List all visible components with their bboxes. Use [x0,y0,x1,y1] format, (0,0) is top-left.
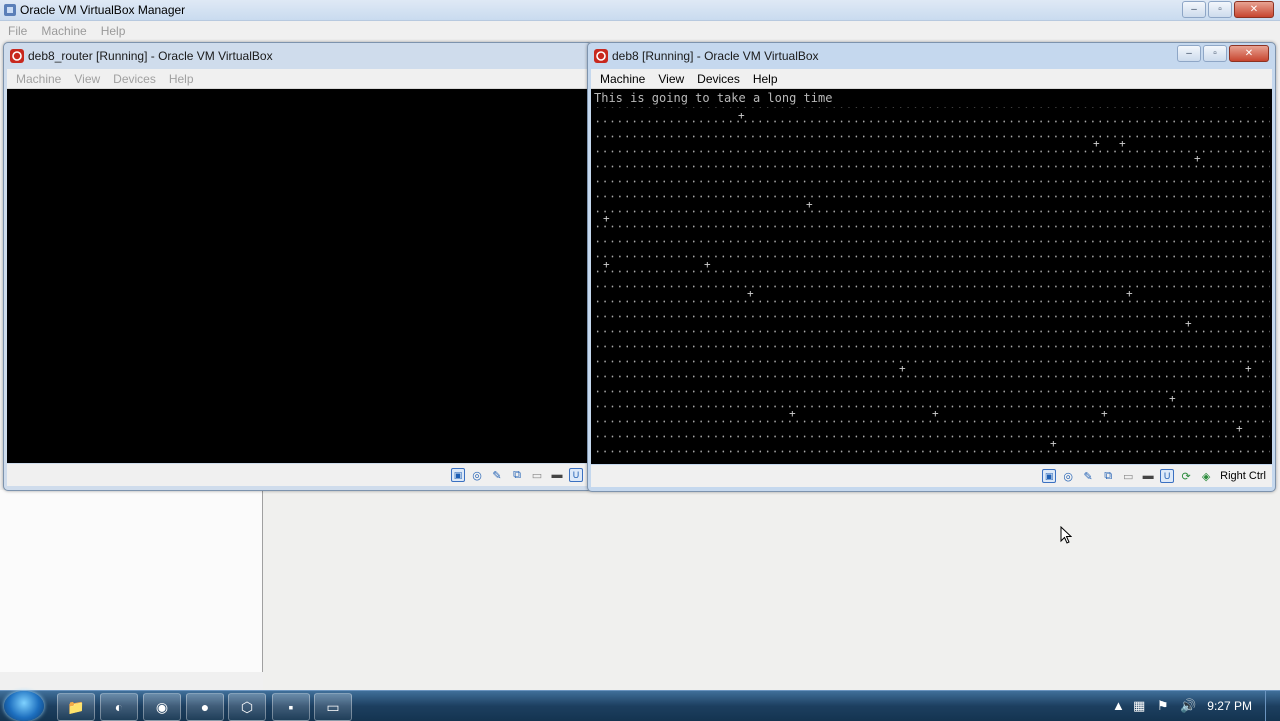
vm-window-icon [594,49,608,63]
maximize-button[interactable]: ▫ [1208,1,1232,18]
progress-mark: + [704,258,711,271]
router-menu-devices[interactable]: Devices [113,72,156,86]
close-button[interactable]: ✕ [1234,1,1274,18]
router-titlebar[interactable]: deb8_router [Running] - Oracle VM Virtua… [8,45,588,67]
details-panel [263,490,1280,690]
deb8-statusbar: ▣ ◎ ✎ ⧉ ▭ ▬ U ⟳ ◈ Right Ctrl [591,465,1272,487]
deb8-vm-screen[interactable]: This is going to take a long time + + + … [591,89,1272,464]
deb8-menu-help[interactable]: Help [753,72,778,86]
deb8-vm-window: deb8 [Running] - Oracle VM VirtualBox – … [587,42,1276,492]
progress-mark: + [1185,317,1192,330]
video-capture-icon[interactable]: U [1160,469,1175,483]
progress-mark: + [1236,422,1243,435]
show-hidden-icons-icon[interactable]: ▲ [1112,698,1125,713]
display-icon[interactable]: ▬ [549,467,565,483]
manager-menubar: File Machine Help [0,21,1280,39]
explorer-icon[interactable]: 📁 [57,693,95,721]
deb8-menu-devices[interactable]: Devices [697,72,740,86]
manager-titlebar: Oracle VM VirtualBox Manager – ▫ ✕ [0,0,1280,21]
terminal-text: This is going to take a long time [594,91,833,105]
save-icon[interactable]: ▪ [272,693,310,721]
hdd-icon[interactable]: ▣ [1042,469,1057,483]
deb8-menubar: Machine View Devices Help [591,69,1272,89]
manager-window-controls: – ▫ ✕ [1182,1,1274,18]
router-statusbar: ▣ ◎ ✎ ⧉ ▭ ▬ U [7,464,589,486]
minimize-button[interactable]: – [1177,45,1201,62]
progress-mark: + [789,407,796,420]
router-vm-screen[interactable] [7,89,589,463]
flag-icon[interactable]: ⚑ [1157,698,1169,714]
mouse-cursor-icon [1060,526,1072,544]
host-key-icon: ◈ [1201,470,1211,483]
hdd-icon[interactable]: ▣ [451,468,465,482]
progress-mark: + [1245,362,1252,375]
progress-mark: + [1126,287,1133,300]
menu-machine[interactable]: Machine [41,24,86,38]
progress-mark: + [603,212,610,225]
chrome-icon[interactable]: ◉ [143,693,181,721]
start-button[interactable] [4,691,44,721]
usb-icon[interactable]: ✎ [1080,468,1096,484]
deb8-menu-view[interactable]: View [658,72,684,86]
network-icon[interactable]: ⧉ [1100,468,1116,484]
deb8-titlebar[interactable]: deb8 [Running] - Oracle VM VirtualBox – … [592,45,1271,67]
deb8-window-title: deb8 [Running] - Oracle VM VirtualBox [612,49,819,63]
network-icon[interactable]: ⧉ [509,467,525,483]
router-vm-window: deb8_router [Running] - Oracle VM Virtua… [3,42,593,491]
minimize-button[interactable]: – [1182,1,1206,18]
display-icon[interactable]: ▬ [1140,468,1156,484]
network-tray-icon[interactable]: ▦ [1133,698,1145,714]
progress-mark: + [932,407,939,420]
shared-folder-icon[interactable]: ▭ [529,467,545,483]
window-icon[interactable]: ▭ [314,693,352,721]
router-menubar: Machine View Devices Help [7,69,589,89]
progress-mark: + [1093,137,1100,150]
clock[interactable]: 9:27 PM [1207,699,1252,713]
menu-file[interactable]: File [8,24,27,38]
progress-mark: + [1119,137,1126,150]
deb8-menu-machine[interactable]: Machine [600,72,645,86]
shared-folder-icon[interactable]: ▭ [1120,468,1136,484]
progress-mark: + [899,362,906,375]
taskbar: 📁 ◐ ◉ ● ⬡ ▪ ▭ ▲ ▦ ⚑ 🔊 9:27 PM [0,690,1280,721]
show-desktop-button[interactable] [1265,691,1280,721]
progress-mark: + [747,287,754,300]
deb8-window-controls: – ▫ ✕ [1177,45,1269,62]
optical-icon[interactable]: ◎ [469,467,485,483]
usb-icon[interactable]: ✎ [489,467,505,483]
vm-list-panel[interactable] [0,490,263,672]
close-button[interactable]: ✕ [1229,45,1269,62]
router-menu-help[interactable]: Help [169,72,194,86]
virtualbox-icon[interactable]: ⬡ [228,693,266,721]
router-menu-machine[interactable]: Machine [16,72,61,86]
progress-mark: + [1169,392,1176,405]
vm-window-icon [10,49,24,63]
firefox-icon[interactable]: ● [186,693,224,721]
progress-mark: + [1194,152,1201,165]
router-menu-view[interactable]: View [74,72,100,86]
optical-icon[interactable]: ◎ [1060,468,1076,484]
progress-mark: + [603,258,610,271]
router-window-title: deb8_router [Running] - Oracle VM Virtua… [28,49,273,63]
progress-mark: + [1101,407,1108,420]
virtualbox-icon [4,4,16,16]
mouse-integration-icon[interactable]: ⟳ [1178,468,1194,484]
maximize-button[interactable]: ▫ [1203,45,1227,62]
media-icon[interactable]: ◐ [100,693,138,721]
host-key-label: Right Ctrl [1220,470,1266,482]
menu-help[interactable]: Help [101,24,126,38]
video-capture-icon[interactable]: U [569,468,583,482]
progress-mark: + [1050,437,1057,450]
progress-mark: + [738,109,745,122]
volume-icon[interactable]: 🔊 [1180,698,1196,714]
manager-title: Oracle VM VirtualBox Manager [20,3,186,17]
progress-mark: + [806,198,813,211]
